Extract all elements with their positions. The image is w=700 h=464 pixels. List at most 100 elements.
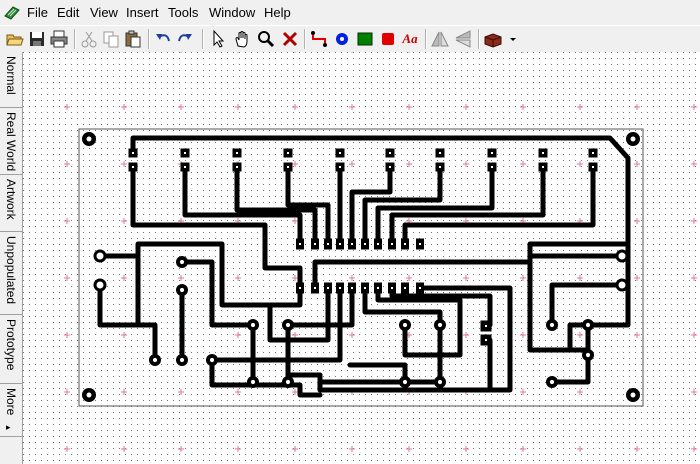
pad-hole (491, 152, 493, 154)
tab-real-world[interactable]: Real World (0, 108, 22, 175)
pad-hole (339, 166, 341, 168)
connector-pad[interactable] (615, 278, 629, 292)
paste-icon[interactable] (123, 29, 143, 49)
pad-hole (184, 152, 186, 154)
pcb-canvas[interactable] (23, 52, 700, 464)
delete-icon[interactable] (280, 29, 300, 49)
tab-prototype[interactable]: Prototype (0, 315, 22, 384)
cut-icon[interactable] (79, 29, 99, 49)
pad-hole (402, 322, 408, 328)
pad-hole (250, 379, 256, 385)
connector-pad[interactable] (93, 249, 107, 263)
pad-hole (364, 243, 366, 245)
pan-hand-icon[interactable] (232, 29, 252, 49)
pad-icon[interactable] (332, 29, 352, 49)
filled-shape-icon[interactable] (378, 29, 398, 49)
tab-artwork[interactable]: Artwork (0, 175, 22, 232)
pad-hole (132, 166, 134, 168)
trace-icon[interactable] (309, 29, 329, 49)
pad-hole (377, 287, 379, 289)
flip-horizontal-icon[interactable] (430, 29, 450, 49)
zoom-icon[interactable] (256, 29, 276, 49)
view-tabs-sidebar: Normal Real World Artwork Unpopulated Pr… (0, 52, 23, 464)
menu-help[interactable]: Help (264, 5, 291, 21)
toolbar-separator (425, 29, 427, 49)
menu-bar: File Edit View Insert Tools Window Help (0, 0, 700, 25)
undo-icon[interactable] (153, 29, 173, 49)
pad-hole (585, 322, 591, 328)
pad-hole (585, 352, 591, 358)
toolbar-separator (304, 29, 306, 49)
pad-hole (439, 152, 441, 154)
save-icon[interactable] (27, 29, 47, 49)
pad-hole (389, 152, 391, 154)
tab-more[interactable]: More ▸ (0, 384, 22, 437)
pad-hole (287, 152, 289, 154)
copy-icon[interactable] (101, 29, 121, 49)
open-folder-icon[interactable] (5, 29, 25, 49)
menu-tools[interactable]: Tools (168, 5, 198, 21)
pad-hole (285, 379, 291, 385)
component-dropdown-arrow[interactable] (503, 29, 516, 49)
menu-edit[interactable]: Edit (57, 5, 79, 21)
pad-hole (86, 392, 92, 398)
pad-hole (389, 166, 391, 168)
select-arrow-icon[interactable] (208, 29, 228, 49)
pad-hole (179, 287, 185, 293)
pad-hole (209, 357, 215, 363)
print-icon[interactable] (49, 29, 69, 49)
toolbar-separator (74, 29, 76, 49)
toolbar-separator (148, 29, 150, 49)
pad-hole (179, 357, 185, 363)
pad-hole (250, 322, 256, 328)
tab-unpopulated[interactable]: Unpopulated (0, 232, 22, 315)
pad-hole (299, 287, 301, 289)
pad-hole (152, 357, 158, 363)
pad-hole (630, 392, 636, 398)
pad-hole (236, 152, 238, 154)
menu-insert[interactable]: Insert (126, 5, 159, 21)
pad-hole (351, 243, 353, 245)
toolbar-separator (478, 29, 480, 49)
menu-file[interactable]: File (27, 5, 48, 21)
pad-hole (485, 325, 487, 327)
connector-pad[interactable] (615, 249, 629, 263)
pad-hole (364, 287, 366, 289)
text-icon[interactable]: Aa (400, 29, 420, 49)
pad-hole (404, 287, 406, 289)
pad-hole (339, 287, 341, 289)
pad-hole (485, 339, 487, 341)
pad-hole (132, 152, 134, 154)
redo-icon[interactable] (175, 29, 195, 49)
pad-hole (437, 379, 443, 385)
toolbar-separator (202, 29, 204, 49)
connector-pad[interactable] (93, 278, 107, 292)
pcb-drawing[interactable] (23, 52, 700, 464)
pad-hole (327, 287, 329, 289)
toolbar: Aa (0, 25, 700, 53)
pad-hole (314, 287, 316, 289)
tab-normal[interactable]: Normal (0, 52, 22, 108)
pad-hole (404, 243, 406, 245)
pcb-board-icon[interactable] (3, 4, 21, 20)
flip-vertical-icon[interactable] (453, 29, 473, 49)
pad-hole (439, 166, 441, 168)
pad-hole (419, 243, 421, 245)
pad-hole (285, 322, 291, 328)
pad-hole (542, 152, 544, 154)
pad-hole (592, 166, 594, 168)
pad-hole (630, 136, 636, 142)
pad-hole (377, 243, 379, 245)
menu-view[interactable]: View (90, 5, 118, 21)
pad-hole (287, 166, 289, 168)
component-box-icon[interactable] (483, 29, 503, 49)
pad-hole (391, 243, 393, 245)
pad-hole (86, 136, 92, 142)
pad-hole (549, 379, 555, 385)
more-arrow-icon: ▸ (6, 422, 11, 432)
pad-hole (391, 287, 393, 289)
menu-window[interactable]: Window (209, 5, 255, 21)
rect-icon[interactable] (355, 29, 375, 49)
pad-hole (542, 166, 544, 168)
pad-hole (339, 243, 341, 245)
